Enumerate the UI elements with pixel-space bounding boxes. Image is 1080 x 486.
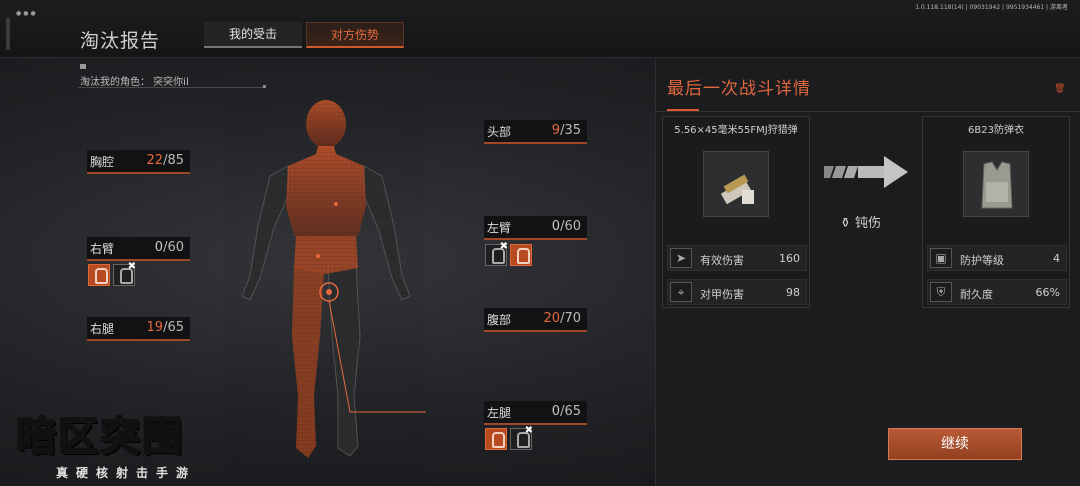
bleeding-icon xyxy=(510,425,533,450)
section-marker xyxy=(80,64,86,69)
ammo-name: 5.56×45毫米55FMJ狩猎弹 xyxy=(674,125,798,136)
fracture-icon xyxy=(510,244,532,266)
stat-label: 防护等级 xyxy=(960,254,1004,267)
durability-icon: ⛨ xyxy=(930,282,952,302)
last-fight-title: 最后一次战斗详情 xyxy=(667,79,811,99)
stat-value: 98 xyxy=(786,286,800,299)
part-hp: 0/60 xyxy=(154,240,184,255)
part-name: 腹部 xyxy=(487,313,512,327)
stat-value: 4 xyxy=(1053,252,1060,265)
bullet-icon: ➤ xyxy=(670,248,692,268)
armor-image xyxy=(963,151,1029,217)
left-edge-marker xyxy=(6,18,10,50)
panel-lower-area xyxy=(655,318,1080,486)
armor-name: 6B23防弹衣 xyxy=(968,125,1024,136)
page-title: 淘汰报告 xyxy=(80,30,161,52)
part-name: 左臂 xyxy=(487,221,512,235)
logo-subtitle: 真硬核射击手游 xyxy=(56,466,197,480)
part-hp: 19/65 xyxy=(146,320,184,335)
part-name: 右臂 xyxy=(90,242,115,256)
left-leg-status xyxy=(485,425,533,450)
vest-icon: ▣ xyxy=(930,248,952,268)
armor-stat-class: ▣ 防护等级 4 xyxy=(927,245,1067,271)
armor-card: 6B23防弹衣 ▣ 防护等级 4 ⛨ 耐久度 66% xyxy=(922,116,1070,308)
version-info: 1.0.118.118(14) | 09031942 | 9951934461 … xyxy=(915,4,1068,11)
ammo-stat-armor-damage: ⌖ 对甲伤害 98 xyxy=(667,279,807,305)
stat-label: 对甲伤害 xyxy=(700,288,744,301)
blunt-icon: ⚱ xyxy=(840,216,851,231)
divider xyxy=(655,111,1080,112)
bleeding-icon xyxy=(113,261,136,286)
part-name: 头部 xyxy=(487,125,512,139)
part-head: 头部 9/35 xyxy=(484,120,587,144)
part-abdomen: 腹部 20/70 xyxy=(484,308,587,332)
stat-value: 66% xyxy=(1035,286,1060,299)
arrow-right-icon xyxy=(824,156,908,188)
tab-my-hits[interactable]: 我的受击 xyxy=(204,22,302,48)
bleeding-icon xyxy=(485,241,508,266)
crosshair-icon: ⌖ xyxy=(670,282,692,302)
stat-label: 有效伤害 xyxy=(700,254,744,267)
part-hp: 9/35 xyxy=(551,123,581,138)
tab-bar: 我的受击 对方伤势 xyxy=(204,22,404,48)
fracture-icon xyxy=(485,428,507,450)
continue-button[interactable]: 继续 xyxy=(888,428,1022,460)
part-right-arm: 右臂 0/60 xyxy=(87,237,190,261)
part-left-leg: 左腿 0/65 xyxy=(484,401,587,425)
part-hp: 20/70 xyxy=(543,311,581,326)
part-left-arm: 左臂 0/60 xyxy=(484,216,587,240)
ammo-stat-damage: ➤ 有效伤害 160 xyxy=(667,245,807,271)
part-name: 左腿 xyxy=(487,406,512,420)
body-figure xyxy=(226,96,426,486)
game-logo: 暗区突围 真硬核射击手游 xyxy=(10,404,248,486)
part-hp: 22/85 xyxy=(146,153,184,168)
top-bar: ●●● 1.0.118.118(14) | 09031942 | 9951934… xyxy=(0,0,1080,58)
divider xyxy=(78,85,266,88)
armor-stat-durability: ⛨ 耐久度 66% xyxy=(927,279,1067,305)
left-arm-status xyxy=(485,241,532,266)
tab-enemy-injuries[interactable]: 对方伤势 xyxy=(306,22,404,48)
part-hp: 0/60 xyxy=(551,219,581,234)
stat-value: 160 xyxy=(779,252,800,265)
part-name: 右腿 xyxy=(90,322,115,336)
ammo-card: 5.56×45毫米55FMJ狩猎弹 ➤ 有效伤害 160 ⌖ 对甲伤害 98 xyxy=(662,116,810,308)
logo-title: 暗区突围 xyxy=(15,413,184,461)
ammo-image xyxy=(703,151,769,217)
part-right-leg: 右腿 19/65 xyxy=(87,317,190,341)
part-hp: 0/65 xyxy=(551,404,581,419)
killer-label: 淘汰我的角色： 突突你il xyxy=(80,77,189,88)
part-chest: 胸腔 22/85 xyxy=(87,150,190,174)
damage-type-label: 钝伤 xyxy=(855,216,882,231)
right-arm-status xyxy=(88,261,136,286)
damage-type: ⚱ 钝伤 xyxy=(840,212,881,231)
part-name: 胸腔 xyxy=(90,155,115,169)
stat-label: 耐久度 xyxy=(960,288,993,301)
trash-icon[interactable]: 🗑 xyxy=(1054,84,1065,94)
window-dots-icon: ●●● xyxy=(16,10,38,17)
fracture-icon xyxy=(88,264,110,286)
